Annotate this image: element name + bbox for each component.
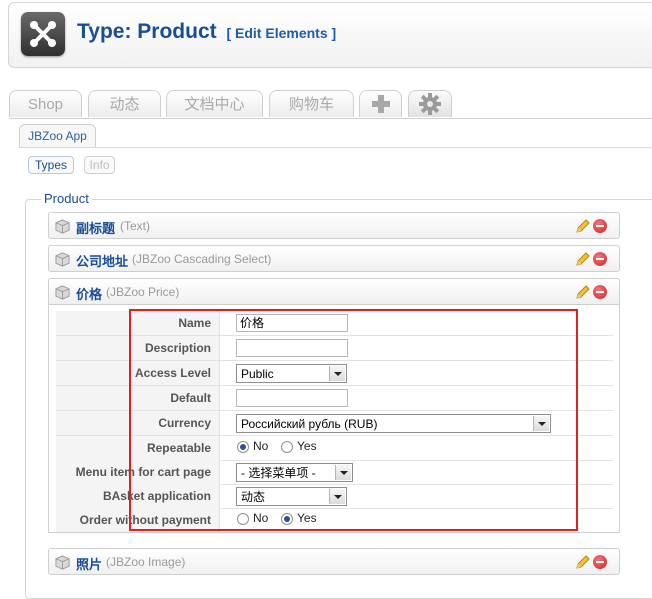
tab-add[interactable] — [359, 90, 402, 117]
order-yes-radio[interactable] — [281, 513, 293, 525]
pencil-icon[interactable] — [575, 554, 591, 570]
fieldset-legend: Product — [41, 191, 92, 206]
element-name: 公司地址 — [76, 255, 129, 270]
form-row-repeatable: Repeatable No Yes — [56, 436, 613, 461]
field-label: Repeatable — [56, 436, 220, 460]
tab-settings[interactable] — [408, 90, 452, 117]
field-label: Default — [56, 386, 220, 410]
order-no-radio[interactable] — [237, 513, 249, 525]
element-name: 价格 — [76, 288, 103, 303]
element-name: 副标题 — [76, 222, 116, 237]
tab-dongtai[interactable]: 动态 — [88, 90, 161, 117]
form-row-order-without-payment: Order without payment No Yes — [56, 508, 613, 532]
form-row-access-level: Access Level Public — [56, 361, 613, 386]
element-row[interactable]: 公司地址 (JBZoo Cascading Select) — [48, 245, 620, 272]
field-label: Access Level — [56, 361, 220, 385]
delete-icon[interactable] — [593, 555, 607, 569]
name-field[interactable]: 价格 — [236, 314, 348, 332]
types-button[interactable]: Types — [28, 156, 74, 174]
chevron-down-icon — [533, 416, 549, 431]
tab-cart[interactable]: 购物车 — [269, 90, 354, 117]
delete-icon[interactable] — [593, 252, 607, 266]
repeatable-no-radio[interactable] — [237, 441, 249, 453]
cube-icon — [55, 285, 70, 300]
element-row-expanded[interactable]: 价格 (JBZoo Price) — [48, 278, 620, 305]
chevron-down-icon — [329, 366, 345, 381]
tabs-divider — [9, 118, 652, 119]
currency-select[interactable]: Российский рубль (RUB) — [236, 414, 551, 433]
gear-icon — [419, 93, 441, 115]
element-type: (JBZoo Cascading Select) — [132, 252, 272, 266]
cube-icon — [55, 252, 70, 267]
delete-icon[interactable] — [593, 219, 607, 233]
field-label: Order without payment — [56, 508, 220, 532]
select-value: - 选择菜单项 - — [241, 466, 316, 480]
form-row-description: Description — [56, 336, 613, 361]
cube-icon — [55, 555, 70, 570]
tab-jbzoo-app[interactable]: JBZoo App — [19, 124, 96, 148]
info-button[interactable]: Info — [84, 156, 115, 174]
form-row-basket-app: BAsket application 动态 — [56, 484, 613, 509]
page-title-text: Type: Product — [77, 20, 217, 43]
repeatable-yes-radio[interactable] — [281, 441, 293, 453]
field-label: Menu item for cart page — [56, 460, 220, 484]
element-type: (Text) — [120, 219, 150, 233]
page-header: Type: Product [ Edit Elements ] — [8, 2, 652, 68]
element-row[interactable]: 副标题 (Text) — [48, 212, 620, 239]
description-field[interactable] — [236, 339, 348, 357]
joomla-logo-icon — [21, 12, 65, 56]
select-value: Российский рубль (RUB) — [241, 417, 378, 431]
select-value: Public — [241, 367, 274, 381]
pencil-icon[interactable] — [575, 218, 591, 234]
select-value: 动态 — [241, 490, 266, 504]
delete-icon[interactable] — [593, 285, 607, 299]
field-label: Description — [56, 336, 220, 360]
subtabs-divider — [19, 147, 652, 148]
chevron-down-icon — [329, 489, 345, 504]
default-field[interactable] — [236, 389, 348, 407]
form-row-menu-item: Menu item for cart page - 选择菜单项 - — [56, 460, 613, 485]
menu-item-select[interactable]: - 选择菜单项 - — [236, 463, 353, 482]
element-name: 照片 — [76, 558, 103, 573]
pencil-icon[interactable] — [575, 284, 591, 300]
field-label: Currency — [56, 411, 220, 435]
edit-elements-link[interactable]: [ Edit Elements ] — [226, 25, 336, 41]
cube-icon — [55, 219, 70, 234]
radio-label: No — [253, 439, 269, 453]
radio-label: Yes — [297, 511, 317, 525]
basket-app-select[interactable]: 动态 — [236, 487, 347, 506]
form-row-name: Name 价格 — [56, 311, 613, 336]
page-title: Type: Product [ Edit Elements ] — [77, 20, 336, 44]
tab-document-center[interactable]: 文档中心 — [166, 90, 263, 117]
form-row-currency: Currency Российский рубль (RUB) — [56, 411, 613, 436]
chevron-down-icon — [335, 465, 351, 480]
pencil-icon[interactable] — [575, 251, 591, 267]
field-label: BAsket application — [56, 484, 220, 508]
plus-icon — [371, 95, 390, 113]
radio-label: No — [253, 511, 269, 525]
element-row[interactable]: 照片 (JBZoo Image) — [48, 548, 620, 575]
radio-label: Yes — [297, 439, 317, 453]
form-row-default: Default — [56, 386, 613, 411]
tab-shop[interactable]: Shop — [9, 90, 82, 117]
field-label: Name — [56, 311, 220, 335]
element-type: (JBZoo Price) — [106, 285, 180, 299]
access-level-select[interactable]: Public — [236, 364, 347, 383]
element-type: (JBZoo Image) — [106, 555, 186, 569]
